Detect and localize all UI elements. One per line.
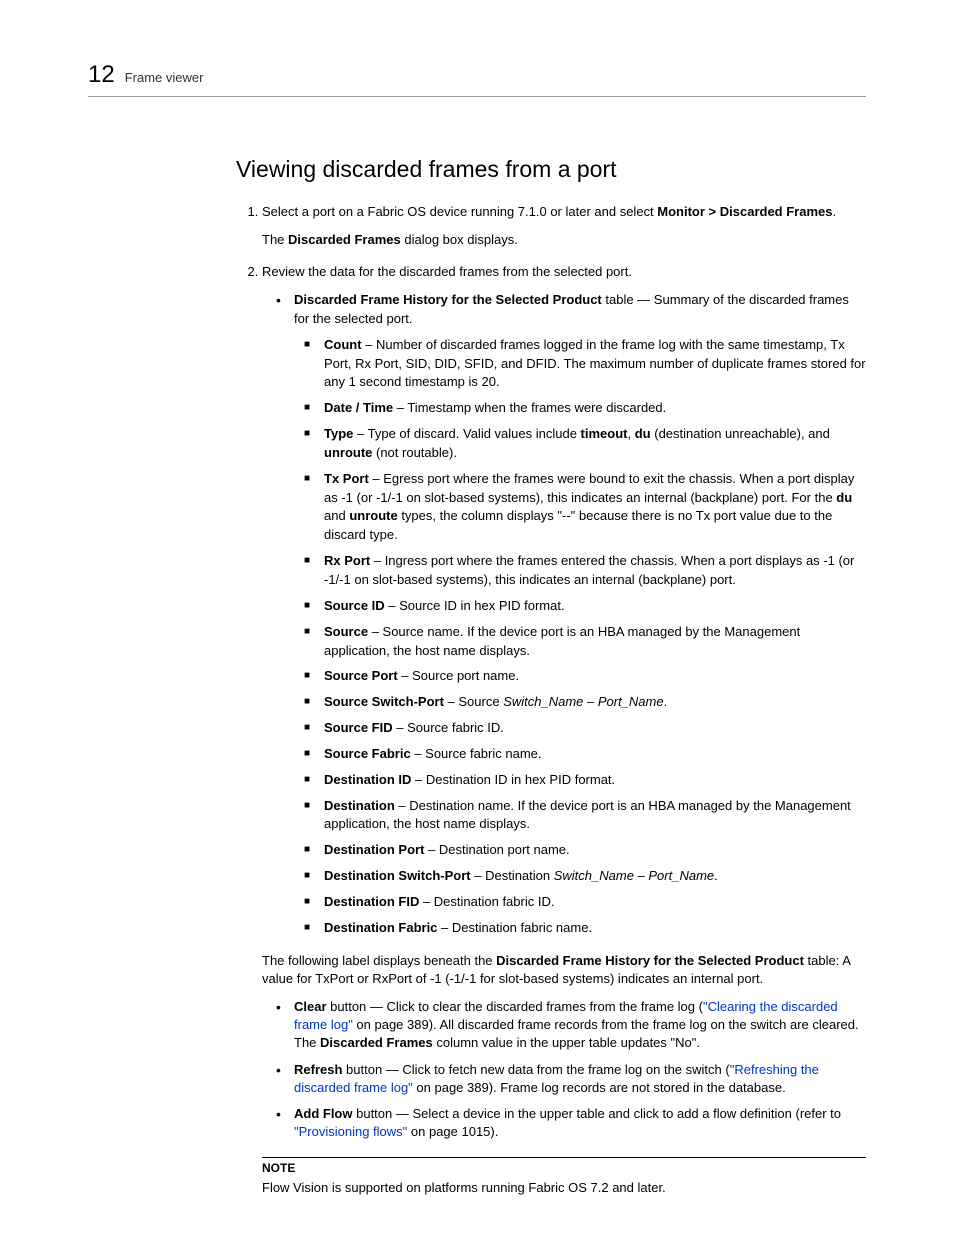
field-destfabric: Destination Fabric – Destination fabric … xyxy=(324,919,866,938)
field-destport: Destination Port – Destination port name… xyxy=(324,841,866,860)
step2-bullets: Discarded Frame History for the Selected… xyxy=(262,291,866,937)
field-datetime: Date / Time – Timestamp when the frames … xyxy=(324,399,866,418)
header-section: Frame viewer xyxy=(125,69,204,87)
bullet-clear-button: Clear button — Click to clear the discar… xyxy=(294,998,866,1053)
field-list: Count – Number of discarded frames logge… xyxy=(294,336,866,938)
bullet-addflow-button: Add Flow button — Select a device in the… xyxy=(294,1105,866,1141)
step1-sub: The Discarded Frames dialog box displays… xyxy=(262,231,866,249)
field-sourceid: Source ID – Source ID in hex PID format. xyxy=(324,597,866,616)
field-type: Type – Type of discard. Valid values inc… xyxy=(324,425,866,463)
field-rxport: Rx Port – Ingress port where the frames … xyxy=(324,552,866,590)
note-text: Flow Vision is supported on platforms ru… xyxy=(262,1179,866,1197)
note-rule xyxy=(262,1157,866,1158)
field-destfid: Destination FID – Destination fabric ID. xyxy=(324,893,866,912)
field-dest: Destination – Destination name. If the d… xyxy=(324,797,866,835)
step-2: Review the data for the discarded frames… xyxy=(262,263,866,938)
steps-list: Select a port on a Fabric OS device runn… xyxy=(236,203,866,938)
link-provisioning-flows[interactable]: "Provisioning flows" xyxy=(294,1124,407,1139)
bullet-history-table: Discarded Frame History for the Selected… xyxy=(294,291,866,937)
label-note-paragraph: The following label displays beneath the… xyxy=(262,952,866,988)
bullet-refresh-button: Refresh button — Click to fetch new data… xyxy=(294,1061,866,1097)
field-sourcefabric: Source Fabric – Source fabric name. xyxy=(324,745,866,764)
button-bullets: Clear button — Click to clear the discar… xyxy=(236,998,866,1141)
page-header: 12 Frame viewer xyxy=(88,58,866,97)
main-content: Viewing discarded frames from a port Sel… xyxy=(236,153,866,1198)
field-txport: Tx Port – Egress port where the frames w… xyxy=(324,470,866,545)
step-1: Select a port on a Fabric OS device runn… xyxy=(262,203,866,249)
field-destid: Destination ID – Destination ID in hex P… xyxy=(324,771,866,790)
field-sourcefid: Source FID – Source fabric ID. xyxy=(324,719,866,738)
field-count: Count – Number of discarded frames logge… xyxy=(324,336,866,393)
field-source: Source – Source name. If the device port… xyxy=(324,623,866,661)
step2-text: Review the data for the discarded frames… xyxy=(262,264,632,279)
note-block: NOTE Flow Vision is supported on platfor… xyxy=(262,1157,866,1197)
note-label: NOTE xyxy=(262,1160,866,1177)
step1-text: Select a port on a Fabric OS device runn… xyxy=(262,204,836,219)
field-destswitchport: Destination Switch-Port – Destination Sw… xyxy=(324,867,866,886)
field-sourceswitchport: Source Switch-Port – Source Switch_Name … xyxy=(324,693,866,712)
page-title: Viewing discarded frames from a port xyxy=(236,153,866,185)
field-sourceport: Source Port – Source port name. xyxy=(324,667,866,686)
page-number: 12 xyxy=(88,58,115,92)
